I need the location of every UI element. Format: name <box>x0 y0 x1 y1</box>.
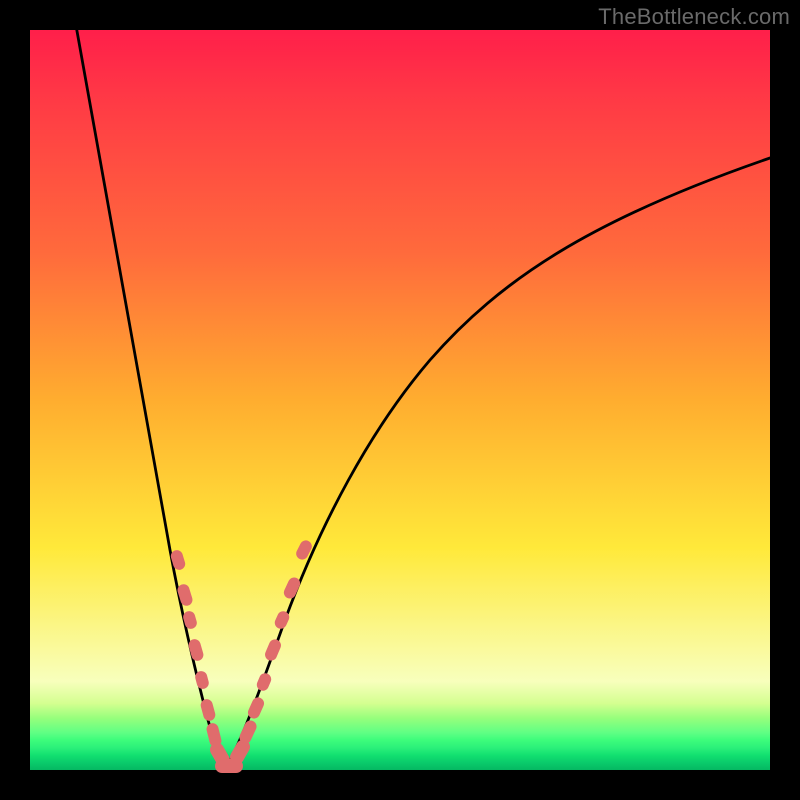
curves-svg <box>30 30 770 770</box>
plot-area <box>30 30 770 770</box>
marker-pill <box>263 638 283 663</box>
right-branch-markers <box>227 538 313 766</box>
marker-pill <box>255 671 273 692</box>
watermark-text: TheBottleneck.com <box>598 4 790 30</box>
chart-frame: TheBottleneck.com <box>0 0 800 800</box>
marker-pill <box>182 610 198 631</box>
left-branch-markers <box>169 549 232 770</box>
marker-pill <box>169 549 186 572</box>
right-branch-curve <box>226 158 770 768</box>
marker-pill <box>282 575 302 600</box>
left-branch-curve <box>75 20 226 768</box>
marker-pill <box>176 583 194 608</box>
